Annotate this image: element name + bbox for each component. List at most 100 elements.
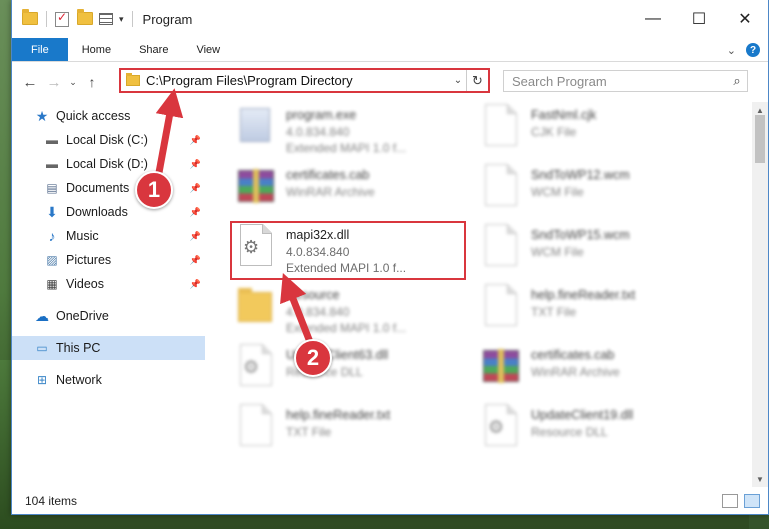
file-item[interactable]: ⚙ UpdateClient63.dll Resource DLL bbox=[236, 344, 466, 400]
up-button[interactable]: ↑ bbox=[80, 74, 104, 90]
file-item[interactable]: help.fineReader.txt TXT File bbox=[236, 404, 466, 460]
folder-icon bbox=[22, 9, 38, 26]
file-name: help.fineReader.txt bbox=[286, 408, 391, 422]
quick-access-toolbar: ▾ bbox=[12, 9, 135, 27]
nav-item-downloads[interactable]: ⬇ Downloads 📌 bbox=[12, 200, 205, 224]
pictures-icon: ▨ bbox=[46, 253, 58, 267]
computer-icon: ▭ bbox=[36, 341, 48, 355]
title-bar: ▾ Program — ☐ ✕ bbox=[12, 0, 768, 38]
nav-item-local-disk-d[interactable]: ▬ Local Disk (D:) 📌 bbox=[12, 152, 205, 176]
file-item[interactable]: ⚙ UpdateClient19.dll Resource DLL bbox=[481, 404, 711, 460]
main-content: ★ Quick access ▬ Local Disk (C:) 📌 ▬ Loc… bbox=[12, 102, 768, 487]
nav-label: Pictures bbox=[66, 253, 112, 267]
close-button[interactable]: ✕ bbox=[722, 0, 768, 38]
address-dropdown-chevron-icon[interactable]: ⌄ bbox=[450, 75, 466, 86]
tiles-view-icon[interactable] bbox=[744, 493, 760, 508]
view-toggle bbox=[722, 493, 760, 508]
tab-file[interactable]: File bbox=[12, 38, 68, 61]
file-item[interactable]: Resource 4.0.834.840 Extended MAPI 1.0 f… bbox=[236, 284, 466, 340]
file-type: Resource DLL bbox=[531, 425, 608, 439]
music-icon: ♪ bbox=[48, 228, 56, 244]
maximize-button[interactable]: ☐ bbox=[676, 0, 722, 38]
minimize-button[interactable]: — bbox=[630, 0, 676, 38]
nav-label: Downloads bbox=[66, 205, 128, 219]
ribbon-right-controls: ⌄ ? bbox=[727, 38, 760, 62]
pin-icon[interactable]: 📌 bbox=[190, 135, 201, 146]
nav-label: Music bbox=[66, 229, 99, 243]
tab-share[interactable]: Share bbox=[125, 38, 182, 61]
file-item[interactable]: SndToWP12.wcm WCM File bbox=[481, 164, 711, 220]
divider bbox=[46, 11, 47, 27]
nav-item-documents[interactable]: ▤ Documents 📌 bbox=[12, 176, 205, 200]
nav-item-pictures[interactable]: ▨ Pictures 📌 bbox=[12, 248, 205, 272]
document-file-icon bbox=[481, 164, 521, 208]
search-icon[interactable]: ⌕ bbox=[727, 73, 747, 89]
customize-toolbar-chevron-icon[interactable]: ▾ bbox=[119, 14, 124, 25]
nav-quick-access[interactable]: ★ Quick access bbox=[12, 104, 205, 128]
drive-icon: ▬ bbox=[46, 157, 58, 171]
nav-this-pc[interactable]: ▭ This PC bbox=[12, 336, 205, 360]
properties-icon[interactable] bbox=[55, 10, 71, 27]
nav-item-videos[interactable]: ▦ Videos 📌 bbox=[12, 272, 205, 296]
file-name: certificates.cab bbox=[286, 168, 370, 182]
folder-icon bbox=[126, 73, 140, 86]
dll-file-icon: ⚙ bbox=[481, 404, 521, 448]
archive-file-icon bbox=[236, 164, 276, 208]
documents-icon: ▤ bbox=[46, 181, 58, 195]
search-input[interactable] bbox=[512, 73, 727, 89]
nav-onedrive[interactable]: ☁ OneDrive bbox=[12, 304, 205, 328]
document-file-icon bbox=[236, 404, 276, 448]
help-icon[interactable]: ? bbox=[746, 43, 760, 57]
vertical-scrollbar[interactable]: ▲ ▼ bbox=[752, 102, 768, 487]
nav-network[interactable]: ⊞ Network bbox=[12, 368, 205, 392]
file-type: WCM File bbox=[531, 245, 584, 259]
navigation-pane: ★ Quick access ▬ Local Disk (C:) 📌 ▬ Loc… bbox=[12, 102, 205, 487]
details-view-icon[interactable] bbox=[722, 493, 738, 508]
file-item[interactable]: FastNml.cjk CJK File bbox=[481, 104, 711, 160]
scroll-down-icon[interactable]: ▼ bbox=[752, 471, 768, 487]
pin-icon[interactable]: 📌 bbox=[190, 279, 201, 290]
highlight-box bbox=[230, 221, 466, 280]
address-row: ← → ⌄ ↑ C:\Program Files\Program Directo… bbox=[12, 62, 768, 102]
file-item[interactable]: program.exe 4.0.834.840 Extended MAPI 1.… bbox=[236, 104, 466, 160]
folder-icon bbox=[236, 284, 276, 328]
ribbon-tabs: File Home Share View ⌄ ? bbox=[12, 38, 768, 62]
pin-icon[interactable]: 📌 bbox=[190, 207, 201, 218]
file-item[interactable]: certificates.cab WinRAR Archive bbox=[481, 344, 711, 400]
file-item[interactable]: help.fineReader.txt TXT File bbox=[481, 284, 711, 340]
pin-icon[interactable]: 📌 bbox=[190, 231, 201, 242]
window-title: Program bbox=[142, 11, 193, 27]
file-item[interactable]: certificates.cab WinRAR Archive bbox=[236, 164, 466, 220]
refresh-icon[interactable]: ↻ bbox=[466, 70, 488, 91]
nav-label: This PC bbox=[56, 341, 101, 355]
nav-label: Documents bbox=[66, 181, 130, 195]
expand-ribbon-chevron-icon[interactable]: ⌄ bbox=[727, 44, 736, 57]
nav-item-local-disk-c[interactable]: ▬ Local Disk (C:) 📌 bbox=[12, 128, 205, 152]
step-marker-1: 1 bbox=[135, 171, 173, 209]
tab-home[interactable]: Home bbox=[68, 38, 125, 61]
pin-icon[interactable]: 📌 bbox=[190, 159, 201, 170]
document-file-icon bbox=[481, 224, 521, 268]
file-name: help.fineReader.txt bbox=[531, 288, 636, 302]
file-name: FastNml.cjk bbox=[531, 108, 597, 122]
forward-button[interactable]: → bbox=[42, 74, 66, 91]
back-button[interactable]: ← bbox=[18, 74, 42, 91]
item-count: 104 items bbox=[25, 493, 78, 508]
tab-view[interactable]: View bbox=[182, 38, 234, 61]
file-type: CJK File bbox=[531, 125, 577, 139]
address-path[interactable]: C:\Program Files\Program Directory bbox=[146, 73, 450, 88]
file-list: program.exe 4.0.834.840 Extended MAPI 1.… bbox=[205, 102, 768, 487]
address-bar[interactable]: C:\Program Files\Program Directory ⌄ ↻ bbox=[119, 68, 490, 93]
recent-locations-chevron-icon[interactable]: ⌄ bbox=[66, 77, 80, 88]
nav-item-music[interactable]: ♪ Music 📌 bbox=[12, 224, 205, 248]
nav-label: Network bbox=[56, 373, 102, 387]
scroll-thumb[interactable] bbox=[755, 115, 765, 163]
pin-icon[interactable]: 📌 bbox=[190, 183, 201, 194]
view-icon[interactable] bbox=[99, 13, 113, 25]
new-folder-icon[interactable] bbox=[77, 9, 93, 26]
file-item[interactable]: SndToWP15.wcm WCM File bbox=[481, 224, 711, 280]
pin-icon[interactable]: 📌 bbox=[190, 255, 201, 266]
search-box[interactable]: ⌕ bbox=[503, 70, 748, 92]
network-icon: ⊞ bbox=[36, 373, 48, 387]
document-file-icon bbox=[481, 104, 521, 148]
